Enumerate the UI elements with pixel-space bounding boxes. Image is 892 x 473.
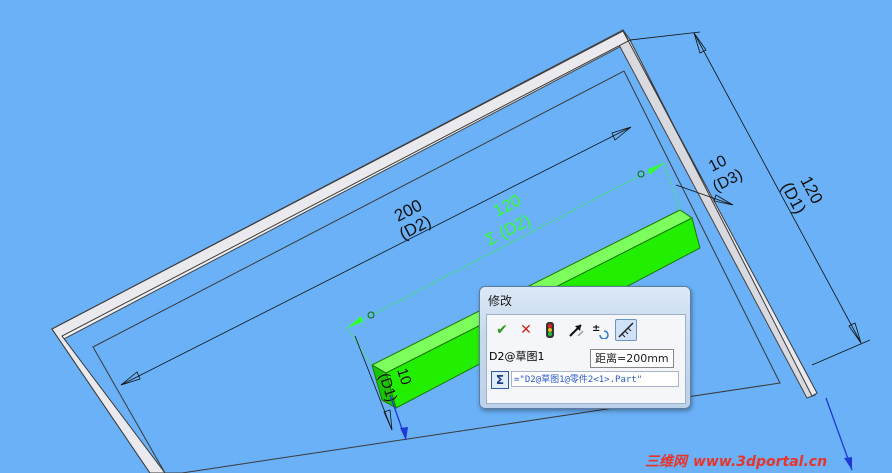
rebuild-icon[interactable] [539,319,561,341]
distance-tooltip: 距离=200mm [590,349,674,368]
regenerate-icon[interactable] [565,319,587,341]
graphics-viewport[interactable]: 200 (D2) 120 (D1) 10 (D3) 120 Σ (D2) 10 … [0,0,892,473]
modify-dialog[interactable]: 修改 ✔ ✕ ± D2@草图1 距离=200mm Σ ="D2@草图1@零件2<… [479,286,691,409]
sigma-icon[interactable]: Σ [491,371,509,389]
svg-text:±: ± [592,323,600,334]
mark-dim-icon[interactable] [615,319,637,341]
watermark-url: www.3dportal.cn [693,454,828,470]
dialog-title: 修改 [488,294,513,308]
dialog-body: ✔ ✕ ± D2@草图1 距离=200mm Σ ="D2@草图1@零件2<1>.… [486,314,686,404]
reverse-icon[interactable]: ± [589,319,611,341]
dimension-name-field: D2@草图1 [489,350,545,363]
frame-part[interactable] [51,28,818,473]
equation-input[interactable]: ="D2@草图1@零件2<1>.Part" [511,371,679,387]
check-icon[interactable]: ✔ [491,319,513,341]
watermark-site: 三维网 [645,454,687,470]
watermark: 三维网 www.3dportal.cn [645,451,833,471]
close-icon[interactable]: ✕ [515,319,537,341]
